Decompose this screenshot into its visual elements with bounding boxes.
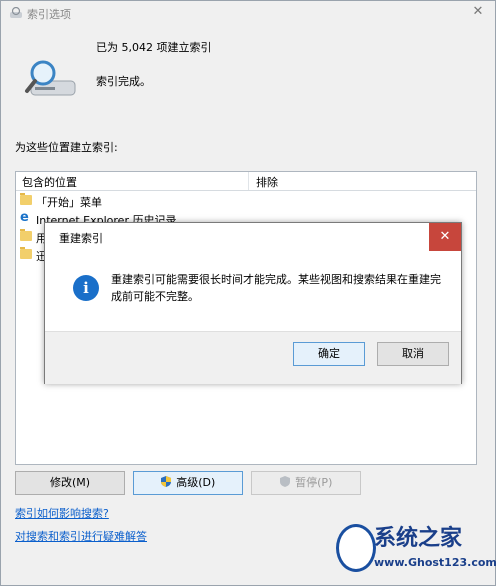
title-bar: 索引选项 ✕ bbox=[1, 1, 495, 25]
folder-icon bbox=[20, 229, 32, 241]
ok-button[interactable]: 确定 bbox=[293, 342, 365, 366]
folder-icon bbox=[20, 247, 32, 259]
dialog-message: 重建索引可能需要很长时间才能完成。某些视图和搜索结果在重建完成前可能不完整。 bbox=[111, 273, 441, 303]
dialog-footer: 确定 取消 bbox=[45, 331, 461, 384]
pause-button-label: 暂停(P) bbox=[295, 476, 333, 489]
locations-label: 为这些位置建立索引: bbox=[15, 141, 118, 154]
magnifier-drive-icon bbox=[25, 60, 76, 96]
uac-shield-icon bbox=[160, 476, 171, 487]
watermark-text: 系统之家 bbox=[374, 525, 463, 551]
close-icon: ✕ bbox=[439, 229, 451, 244]
modify-button-label: 修改(M) bbox=[49, 476, 91, 489]
watermark-logo-icon bbox=[336, 524, 376, 572]
list-item[interactable]: 「开始」菜单 bbox=[18, 192, 468, 210]
cancel-button[interactable]: 取消 bbox=[377, 342, 449, 366]
pause-button[interactable]: 暂停(P) bbox=[251, 471, 361, 495]
dialog-body: i 重建索引可能需要很长时间才能完成。某些视图和搜索结果在重建完成前可能不完整。 bbox=[45, 251, 461, 331]
window-close-button[interactable]: ✕ bbox=[465, 2, 491, 22]
window-title: 索引选项 bbox=[27, 8, 71, 21]
uac-shield-icon bbox=[279, 476, 290, 487]
dialog-title: 重建索引 bbox=[59, 232, 103, 245]
advanced-button[interactable]: 高级(D) bbox=[133, 471, 243, 495]
list-item-label: 「开始」菜单 bbox=[36, 196, 102, 209]
dialog-close-button[interactable]: ✕ bbox=[429, 223, 461, 251]
advanced-button-label: 高级(D) bbox=[176, 476, 216, 489]
dialog-title-bar: 重建索引 ✕ bbox=[45, 223, 461, 251]
cancel-button-label: 取消 bbox=[402, 347, 424, 360]
ie-icon: e bbox=[20, 210, 29, 225]
indexing-app-icon bbox=[10, 7, 22, 18]
column-header-excluded[interactable]: 排除 bbox=[256, 174, 278, 190]
folder-icon bbox=[20, 193, 32, 205]
troubleshoot-link[interactable]: 对搜索和索引进行疑难解答 bbox=[15, 528, 147, 544]
ok-button-label: 确定 bbox=[318, 347, 340, 360]
index-state-text: 索引完成。 bbox=[96, 75, 151, 88]
watermark-url: www.Ghost123.com bbox=[374, 556, 496, 569]
info-icon: i bbox=[73, 275, 99, 301]
column-divider[interactable] bbox=[248, 172, 249, 190]
how-indexing-affects-search-link[interactable]: 索引如何影响搜索? bbox=[15, 505, 109, 521]
watermark: 系统之家 www.Ghost123.com bbox=[330, 516, 496, 586]
index-count-text: 已为 5,042 项建立索引 bbox=[96, 41, 212, 54]
list-header: 包含的位置 排除 bbox=[16, 172, 476, 191]
close-icon: ✕ bbox=[472, 4, 484, 19]
modify-button[interactable]: 修改(M) bbox=[15, 471, 125, 495]
rebuild-index-dialog: 重建索引 ✕ i 重建索引可能需要很长时间才能完成。某些视图和搜索结果在重建完成… bbox=[44, 222, 462, 384]
column-header-included[interactable]: 包含的位置 bbox=[22, 174, 77, 190]
